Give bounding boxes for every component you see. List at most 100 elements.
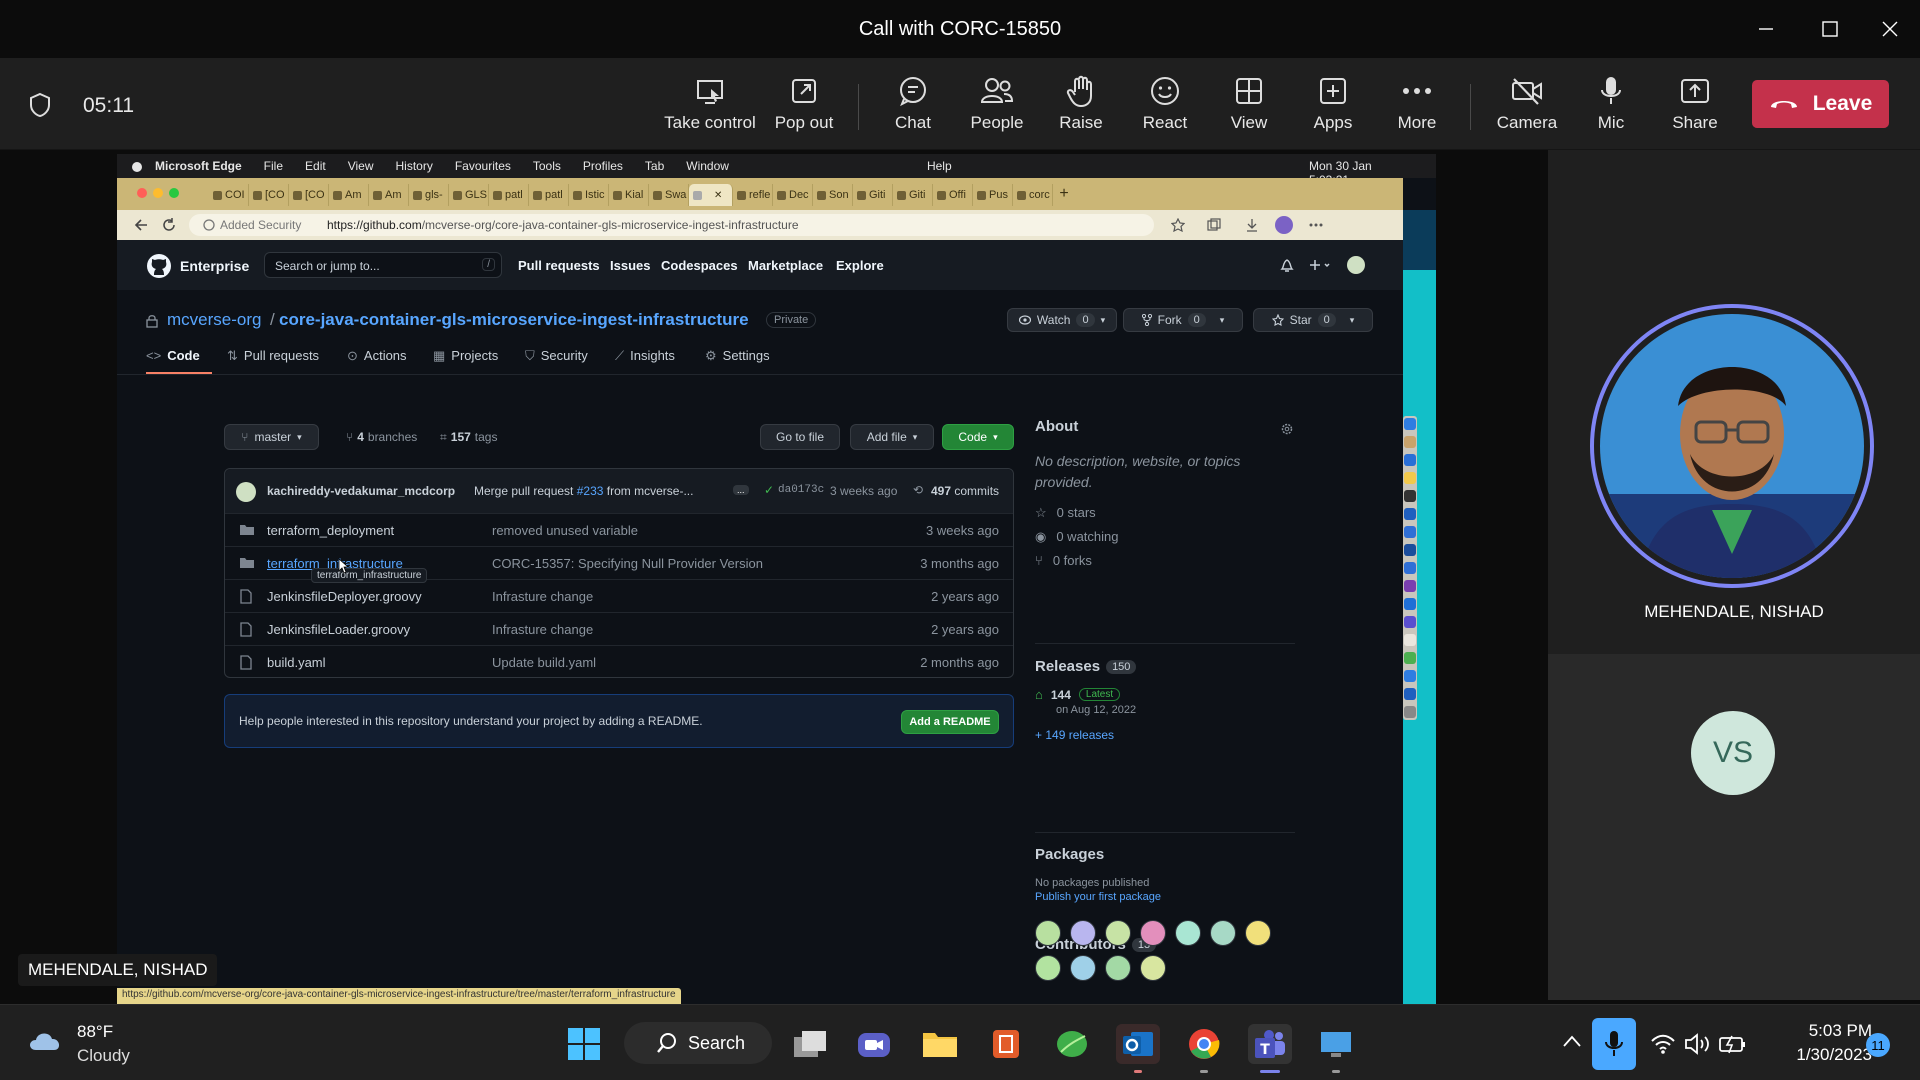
notifications-badge[interactable]: 11	[1866, 1033, 1890, 1057]
browser-tab[interactable]: COI	[209, 184, 249, 206]
browser-tab[interactable]: Am	[329, 184, 369, 206]
battery-icon[interactable]	[1718, 1034, 1748, 1054]
star-button[interactable]: Star 0 ▾	[1253, 308, 1373, 332]
browser-tab[interactable]: Pus	[973, 184, 1013, 206]
profile-avatar[interactable]	[1275, 216, 1293, 234]
mac-menu-item[interactable]: View	[348, 159, 374, 173]
gh-nav-explore[interactable]: Explore	[836, 258, 884, 273]
teams-app[interactable]: T	[1248, 1024, 1292, 1064]
create-new-icon[interactable]	[1309, 258, 1331, 272]
contributor-avatar[interactable]	[1140, 920, 1166, 946]
dock-app-icon[interactable]	[1404, 472, 1416, 484]
file-row[interactable]: build.yaml Update build.yaml 2 months ago	[225, 645, 1013, 678]
wifi-icon[interactable]	[1650, 1034, 1676, 1054]
weather-condition[interactable]: Cloudy	[77, 1046, 130, 1066]
add-file-button[interactable]: Add file ▾	[850, 424, 934, 450]
meet-app[interactable]	[852, 1024, 896, 1064]
apps-button[interactable]: Apps	[1288, 74, 1378, 140]
minimize-button[interactable]	[1746, 14, 1786, 44]
outlook-app[interactable]	[1116, 1024, 1160, 1064]
file-name-link[interactable]: build.yaml	[267, 655, 326, 670]
dock-app-icon[interactable]	[1404, 490, 1416, 502]
file-explorer-app[interactable]	[918, 1024, 962, 1064]
code-button[interactable]: Code ▾	[942, 424, 1014, 450]
dock-app-icon[interactable]	[1404, 418, 1416, 430]
mac-menu-item[interactable]: Tools	[533, 159, 561, 173]
gh-nav-marketplace[interactable]: Marketplace	[748, 258, 823, 273]
browser-tab[interactable]: patl	[529, 184, 569, 206]
watch-button[interactable]: Watch 0 ▾	[1007, 308, 1117, 332]
browser-tab[interactable]: Son	[813, 184, 853, 206]
tab-settings[interactable]: ⚙ Settings	[705, 348, 770, 364]
mac-menu-item[interactable]: Profiles	[583, 159, 623, 173]
contributor-avatar[interactable]	[1175, 920, 1201, 946]
task-view-button[interactable]	[788, 1024, 832, 1064]
user-avatar[interactable]	[1347, 256, 1365, 274]
browser-tab[interactable]: Kial	[609, 184, 649, 206]
dock-app-icon[interactable]	[1404, 598, 1416, 610]
file-name-link[interactable]: JenkinsfileDeployer.groovy	[267, 589, 422, 604]
dock-app-icon[interactable]	[1404, 706, 1416, 718]
mac-menu-item[interactable]: Window	[686, 159, 729, 173]
file-commit-message[interactable]: Infrasture change	[492, 622, 593, 637]
tab-pull-requests[interactable]: ⇅ Pull requests	[227, 348, 319, 364]
commit-message[interactable]: Merge pull request #233 from mcverse-...	[474, 484, 693, 498]
contributor-avatar[interactable]	[1245, 920, 1271, 946]
green-app[interactable]	[1050, 1024, 1094, 1064]
commit-sha[interactable]: da0173c	[778, 484, 824, 496]
weather-temp[interactable]: 88°F	[77, 1022, 113, 1042]
close-button[interactable]	[1870, 14, 1910, 44]
taskbar-mic-button[interactable]	[1592, 1018, 1636, 1070]
contributor-avatar[interactable]	[1105, 920, 1131, 946]
browser-tab[interactable]: Giti	[853, 184, 893, 206]
collections-icon[interactable]	[1207, 218, 1221, 232]
gh-nav-pull-requests[interactable]: Pull requests	[518, 258, 600, 273]
back-icon[interactable]	[134, 218, 148, 232]
camera-button[interactable]: Camera	[1482, 74, 1572, 140]
tab-actions[interactable]: ⊙ Actions	[347, 348, 407, 364]
start-button[interactable]	[562, 1024, 606, 1064]
browser-tab[interactable]: [CO	[289, 184, 329, 206]
mac-menu-item[interactable]: History	[396, 159, 433, 173]
take-control-button[interactable]: Take control	[664, 74, 756, 140]
volume-icon[interactable]	[1684, 1032, 1712, 1056]
browser-tab[interactable]: refle	[733, 184, 773, 206]
new-tab-icon[interactable]: +	[1053, 184, 1075, 206]
office-app[interactable]	[984, 1024, 1028, 1064]
commits-link[interactable]: 497 commits	[931, 484, 999, 498]
mac-menu-item[interactable]: Help	[927, 159, 952, 173]
dock-app-icon[interactable]	[1404, 526, 1416, 538]
download-icon[interactable]	[1245, 218, 1259, 232]
watching-link[interactable]: ◉ 0 watching	[1035, 529, 1295, 545]
raise-hand-button[interactable]: Raise	[1036, 74, 1126, 140]
taskbar-search[interactable]: Search	[624, 1022, 772, 1064]
packages-title[interactable]: Packages	[1035, 846, 1295, 863]
mac-menu-item[interactable]: Edit	[305, 159, 326, 173]
browser-tab[interactable]: Dec	[773, 184, 813, 206]
dock-app-icon[interactable]	[1404, 508, 1416, 520]
mac-menu-item[interactable]: Favourites	[455, 159, 511, 173]
file-row[interactable]: terraform_deployment removed unused varia…	[225, 513, 1013, 546]
tab-security[interactable]: ⛉ Security	[525, 348, 588, 364]
tab-close-icon[interactable]: ✕	[714, 190, 722, 201]
repo-name-link[interactable]: core-java-container-gls-microservice-ing…	[279, 310, 749, 330]
remote-desktop-app[interactable]	[1314, 1024, 1358, 1064]
browser-tab[interactable]: ✕	[689, 184, 733, 206]
clock-date[interactable]: 1/30/2023	[1762, 1045, 1872, 1065]
dock-app-icon[interactable]	[1404, 562, 1416, 574]
file-row[interactable]: JenkinsfileDeployer.groovy Infrasture cha…	[225, 579, 1013, 612]
view-button[interactable]: View	[1204, 74, 1294, 140]
favorites-icon[interactable]	[1171, 218, 1185, 232]
tags-link[interactable]: ⌗ 157 tags	[440, 430, 497, 445]
browser-tab[interactable]: Istic	[569, 184, 609, 206]
browser-tab[interactable]: [CO	[249, 184, 289, 206]
maximize-button[interactable]	[1810, 14, 1850, 44]
commit-expand-button[interactable]: ...	[733, 485, 749, 495]
traffic-light-close[interactable]	[137, 188, 147, 198]
dock-app-icon[interactable]	[1404, 580, 1416, 592]
forks-link[interactable]: ⑂ 0 forks	[1035, 553, 1295, 568]
browser-tab[interactable]: Giti	[893, 184, 933, 206]
contributor-avatar[interactable]	[1070, 955, 1096, 981]
contributor-avatar[interactable]	[1035, 955, 1061, 981]
releases-title[interactable]: Releases	[1035, 658, 1100, 675]
